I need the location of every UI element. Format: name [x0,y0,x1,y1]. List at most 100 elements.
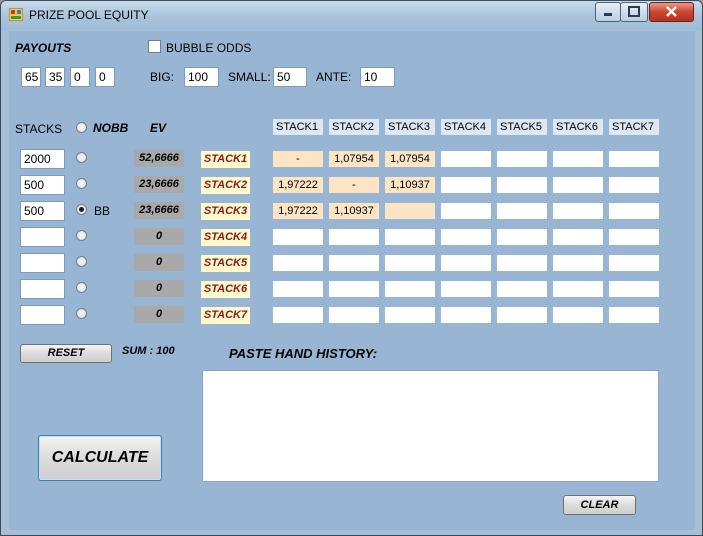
column-header-stack1: STACK1 [273,119,323,135]
ev-value-7: 0 [134,306,184,323]
ante-input[interactable]: 10 [360,67,395,87]
equity-cell [273,281,323,297]
bb-radio-2[interactable] [76,178,87,189]
maximize-icon [628,6,640,17]
equity-cell: 1,97222 [273,177,323,193]
equity-cell: - [329,177,379,193]
equity-cell [273,255,323,271]
hand-history-textarea[interactable] [202,370,659,482]
column-header-stack2: STACK2 [329,119,379,135]
maximize-button[interactable] [620,2,648,22]
equity-cell [553,255,603,271]
minimize-button[interactable] [595,2,621,22]
equity-cell [609,177,659,193]
close-button[interactable] [649,2,694,22]
equity-cell [553,281,603,297]
equity-cell [553,229,603,245]
column-header-stack3: STACK3 [385,119,435,135]
bubble-odds-checkbox[interactable] [148,40,161,53]
equity-cell [553,307,603,323]
ev-value-4: 0 [134,228,184,245]
bb-radio-6[interactable] [76,282,87,293]
app-icon [9,8,23,21]
equity-cell [441,281,491,297]
equity-cell [441,177,491,193]
stack-6-input[interactable] [20,279,65,299]
ev-value-2: 23,6666 [134,176,184,193]
stack-3-input[interactable]: 500 [20,201,65,221]
equity-cell [385,203,435,219]
nobb-label: NOBB [93,121,129,135]
close-icon [666,6,677,17]
minimize-icon [604,13,612,16]
equity-cell [553,203,603,219]
stack-7-input[interactable] [20,305,65,325]
stack-label-7: STACK7 [201,307,250,324]
bb-label: BB [94,204,111,218]
stack-5-input[interactable] [20,253,65,273]
big-blind-label: BIG: [150,70,175,84]
reset-button[interactable]: RESET [20,344,112,363]
bb-radio-7[interactable] [76,308,87,319]
equity-cell [497,151,547,167]
stack-1-input[interactable]: 2000 [20,149,65,169]
equity-cell [609,307,659,323]
ev-value-6: 0 [134,280,184,297]
equity-cell [609,203,659,219]
stack-label-4: STACK4 [201,229,250,246]
equity-cell [553,151,603,167]
equity-cell: 1,07954 [329,151,379,167]
stacks-header: STACKS [15,122,63,136]
calculate-button[interactable]: CALCULATE [38,435,162,481]
bb-radio-4[interactable] [76,230,87,241]
stack-label-3: STACK3 [201,203,250,220]
payout-1-input[interactable]: 65 [21,67,41,87]
title-bar[interactable]: PRIZE POOL EQUITY [1,1,702,30]
column-header-stack6: STACK6 [553,119,603,135]
small-blind-label: SMALL: [228,70,271,84]
equity-cell [385,229,435,245]
payout-4-input[interactable]: 0 [95,67,115,87]
stack-label-1: STACK1 [201,151,250,168]
nobb-radio[interactable] [76,122,87,133]
equity-cell: 1,10937 [329,203,379,219]
clear-button[interactable]: CLEAR [563,495,636,515]
bubble-odds-label: BUBBLE ODDS [166,41,252,55]
equity-cell [273,307,323,323]
payout-3-input[interactable]: 0 [70,67,90,87]
payout-2-input[interactable]: 35 [45,67,65,87]
equity-cell: 1,07954 [385,151,435,167]
window-title: PRIZE POOL EQUITY [29,8,149,22]
bb-radio-5[interactable] [76,256,87,267]
column-header-stack7: STACK7 [609,119,659,135]
stack-label-5: STACK5 [201,255,250,272]
payouts-label: PAYOUTS [15,41,72,55]
small-blind-input[interactable]: 50 [273,67,307,87]
ev-header: EV [150,121,167,135]
equity-cell: 1,97222 [273,203,323,219]
equity-cell [441,151,491,167]
equity-cell: - [273,151,323,167]
equity-cell [609,281,659,297]
stack-label-2: STACK2 [201,177,250,194]
stack-4-input[interactable] [20,227,65,247]
equity-cell [497,307,547,323]
stack-2-input[interactable]: 500 [20,175,65,195]
bb-radio-1[interactable] [76,152,87,163]
equity-cell [441,307,491,323]
equity-cell [609,151,659,167]
app-window: PRIZE POOL EQUITY PAYOUTS BUBBLE ODDS 65… [0,0,703,536]
equity-cell [441,255,491,271]
equity-cell [441,203,491,219]
equity-cell [385,307,435,323]
ev-value-5: 0 [134,254,184,271]
equity-cell [497,255,547,271]
bb-radio-3[interactable] [76,204,87,215]
client-area: PAYOUTS BUBBLE ODDS 65 35 0 0 BIG: 100 S… [9,31,695,530]
equity-cell [609,229,659,245]
sum-label: SUM : 100 [122,345,175,357]
equity-cell [497,177,547,193]
equity-cell [609,255,659,271]
equity-cell [329,307,379,323]
big-blind-input[interactable]: 100 [184,67,219,87]
